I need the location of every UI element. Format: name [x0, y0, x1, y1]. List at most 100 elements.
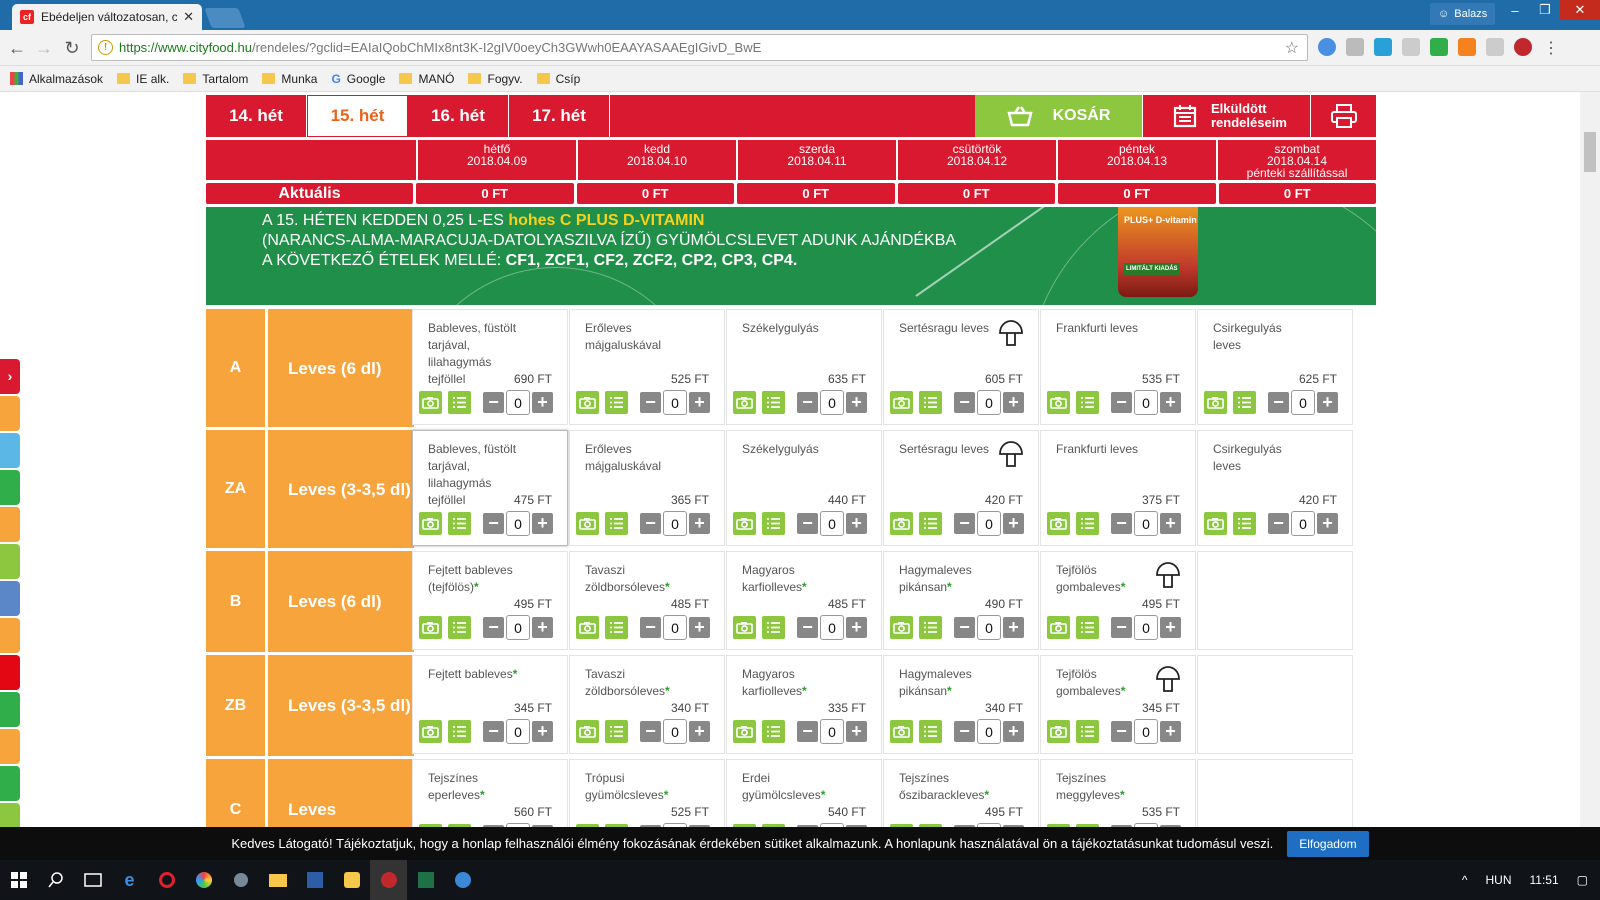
photo-button[interactable] — [1047, 512, 1070, 535]
decrease-button[interactable]: − — [1268, 513, 1289, 534]
menu-cell[interactable]: Frankfurti leves 535 FT −0 + — [1040, 309, 1196, 425]
details-button[interactable] — [605, 512, 628, 535]
browser-tab[interactable]: cf Ebédeljen változatosan, c ✕ — [12, 4, 202, 30]
increase-button[interactable]: + — [1317, 513, 1338, 534]
photo-button[interactable] — [419, 616, 442, 639]
quantity-input[interactable]: 0 — [820, 390, 844, 415]
increase-button[interactable]: + — [846, 392, 867, 413]
quantity-input[interactable]: 0 — [1134, 390, 1158, 415]
sidebar-category-tab[interactable] — [0, 507, 20, 542]
menu-cell[interactable]: Fejtett bableves* 345 FT −0 + — [412, 655, 568, 754]
app-icon[interactable] — [333, 860, 370, 900]
profile-button[interactable]: ☺ Balazs — [1430, 3, 1496, 25]
quantity-input[interactable]: 0 — [663, 511, 687, 536]
sidebar-category-tab[interactable] — [0, 433, 20, 468]
menu-cell[interactable]: Frankfurti leves 375 FT −0 + — [1040, 430, 1196, 546]
close-tab-icon[interactable]: ✕ — [183, 9, 194, 25]
decrease-button[interactable]: − — [954, 513, 975, 534]
menu-cell[interactable]: Erőleves májgaluskával 525 FT −0 + — [569, 309, 725, 425]
quantity-input[interactable]: 0 — [820, 615, 844, 640]
sidebar-category-tab[interactable] — [0, 581, 20, 616]
photo-button[interactable] — [890, 512, 913, 535]
photo-button[interactable] — [733, 512, 756, 535]
excel-icon[interactable] — [407, 860, 444, 900]
quantity-input[interactable]: 0 — [506, 615, 530, 640]
details-button[interactable] — [448, 720, 471, 743]
menu-cell[interactable]: Magyaros karfiolleves* 335 FT −0 + — [726, 655, 882, 754]
quantity-input[interactable]: 0 — [506, 390, 530, 415]
quantity-input[interactable]: 0 — [820, 511, 844, 536]
decrease-button[interactable]: − — [797, 513, 818, 534]
menu-cell[interactable]: Bableves, füstölt tarjával, lilahagymás … — [412, 309, 568, 425]
photo-button[interactable] — [1047, 391, 1070, 414]
new-tab-button[interactable] — [204, 8, 246, 28]
bookmark-folder[interactable]: Munka — [262, 72, 317, 86]
bookmark-apps[interactable]: Alkalmazások — [10, 72, 103, 86]
menu-cell[interactable]: Hagymaleves pikánsan* 340 FT −0 + — [883, 655, 1039, 754]
tab-week-15[interactable]: 15. hét — [307, 95, 408, 137]
quantity-input[interactable]: 0 — [977, 390, 1001, 415]
bookmark-folder[interactable]: IE alk. — [117, 72, 169, 86]
restore-icon[interactable]: ❐ — [1530, 0, 1560, 20]
details-button[interactable] — [1076, 391, 1099, 414]
quantity-input[interactable]: 0 — [977, 719, 1001, 744]
details-button[interactable] — [448, 616, 471, 639]
bookmark-folder[interactable]: MANÓ — [399, 72, 454, 86]
increase-button[interactable]: + — [532, 513, 553, 534]
app-icon[interactable] — [296, 860, 333, 900]
address-bar[interactable]: ! https://www.cityfood.hu/rendeles/?gcli… — [91, 34, 1308, 61]
quantity-input[interactable]: 0 — [663, 719, 687, 744]
lock-extension-icon[interactable] — [1346, 38, 1364, 56]
bookmark-folder[interactable]: Csíp — [536, 72, 580, 86]
quantity-input[interactable]: 0 — [977, 615, 1001, 640]
decrease-button[interactable]: − — [640, 392, 661, 413]
details-button[interactable] — [605, 720, 628, 743]
decrease-button[interactable]: − — [1111, 392, 1132, 413]
photo-button[interactable] — [419, 720, 442, 743]
tray-chevron-icon[interactable]: ^ — [1462, 873, 1468, 887]
menu-cell[interactable]: Csirkegulyás leves 625 FT −0 + — [1197, 309, 1353, 425]
quantity-input[interactable]: 0 — [820, 719, 844, 744]
tab-week-16[interactable]: 16. hét — [408, 95, 509, 137]
decrease-button[interactable]: − — [797, 392, 818, 413]
details-button[interactable] — [919, 512, 942, 535]
bookmark-folder[interactable]: Fogyv. — [468, 72, 523, 86]
bookmark-star-icon[interactable]: ☆ — [1285, 38, 1299, 58]
tab-week-14[interactable]: 14. hét — [206, 95, 307, 137]
adblock-icon[interactable] — [1514, 38, 1532, 56]
menu-cell[interactable]: Tejfölös gombaleves* 495 FT −0 + — [1040, 551, 1196, 650]
increase-button[interactable]: + — [1160, 513, 1181, 534]
sidebar-toggle-button[interactable]: › — [0, 359, 20, 394]
extension-icon[interactable] — [1430, 38, 1448, 56]
sidebar-category-tab[interactable] — [0, 618, 20, 653]
sidebar-category-tab[interactable] — [0, 692, 20, 727]
sidebar-category-tab[interactable] — [0, 766, 20, 801]
increase-button[interactable]: + — [532, 392, 553, 413]
decrease-button[interactable]: − — [954, 392, 975, 413]
photo-button[interactable] — [1047, 720, 1070, 743]
quantity-input[interactable]: 0 — [506, 511, 530, 536]
extension-icon[interactable] — [1486, 38, 1504, 56]
photo-button[interactable] — [576, 616, 599, 639]
quantity-input[interactable]: 0 — [1134, 511, 1158, 536]
decrease-button[interactable]: − — [1111, 513, 1132, 534]
menu-cell[interactable]: Csirkegulyás leves 420 FT −0 + — [1197, 430, 1353, 546]
details-button[interactable] — [448, 512, 471, 535]
details-button[interactable] — [762, 391, 785, 414]
details-button[interactable] — [762, 512, 785, 535]
photo-button[interactable] — [890, 720, 913, 743]
decrease-button[interactable]: − — [797, 721, 818, 742]
increase-button[interactable]: + — [1160, 617, 1181, 638]
menu-cell[interactable]: Hagymaleves pikánsan* 490 FT −0 + — [883, 551, 1039, 650]
decrease-button[interactable]: − — [483, 617, 504, 638]
app-icon[interactable] — [185, 860, 222, 900]
menu-cell[interactable]: Tejfölös gombaleves* 345 FT −0 + — [1040, 655, 1196, 754]
details-button[interactable] — [605, 391, 628, 414]
increase-button[interactable]: + — [846, 617, 867, 638]
quantity-input[interactable]: 0 — [1134, 719, 1158, 744]
increase-button[interactable]: + — [1003, 617, 1024, 638]
menu-cell[interactable]: Tejszínes őszibarackleves*495 FT−0+ — [883, 759, 1039, 827]
details-button[interactable] — [1233, 391, 1256, 414]
decrease-button[interactable]: − — [954, 617, 975, 638]
decrease-button[interactable]: − — [640, 513, 661, 534]
